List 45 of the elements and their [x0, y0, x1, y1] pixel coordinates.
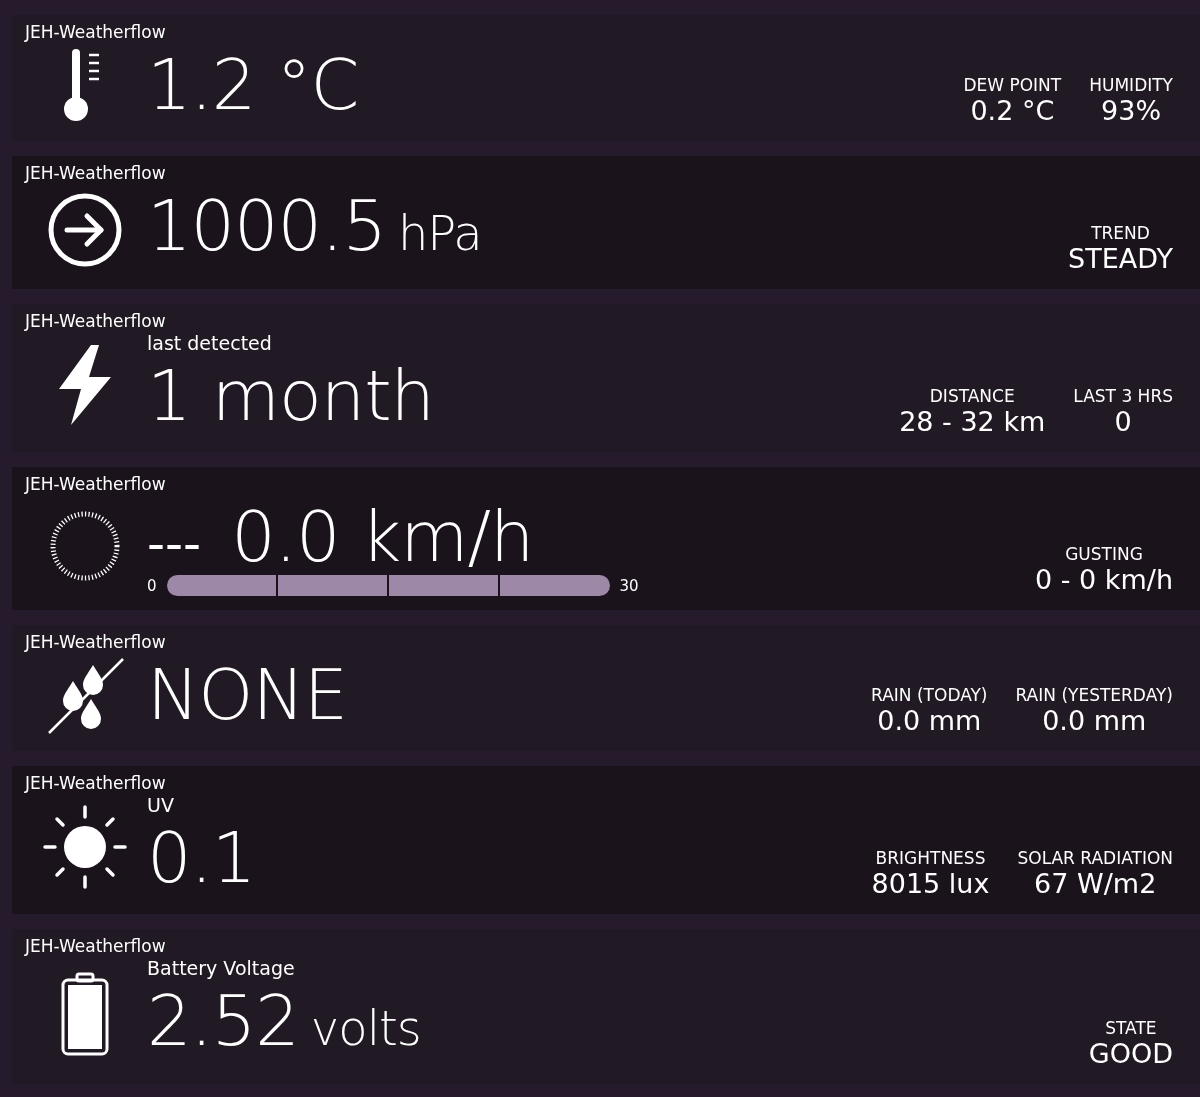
stat-value: 0.0 mm — [877, 705, 982, 737]
device-name: JEH-Weatherflow — [25, 162, 166, 184]
stat-label: RAIN (TODAY) — [871, 685, 988, 705]
arrow-circle-icon — [47, 191, 123, 268]
reading-value: 1 month — [147, 354, 434, 438]
stat-value: 0.0 mm — [1042, 705, 1147, 737]
stat-value: 28 - 32 km — [899, 406, 1046, 438]
stat-value: 0 — [1114, 406, 1132, 438]
stat-label: TREND — [1091, 223, 1150, 243]
wind-direction: --- — [147, 514, 202, 575]
caption-label: Battery Voltage — [147, 957, 295, 979]
device-name: JEH-Weatherflow — [25, 935, 166, 957]
reading-value: 1000.5 hPa — [147, 184, 482, 269]
scale-max-label: 30 — [619, 576, 639, 595]
device-name: JEH-Weatherflow — [25, 310, 166, 332]
caption-label: last detected — [147, 332, 272, 354]
device-name: JEH-Weatherflow — [25, 21, 166, 43]
stat-label: DISTANCE — [929, 386, 1015, 406]
stat-value: GOOD — [1088, 1038, 1173, 1070]
stat-value: 8015 lux — [871, 868, 990, 900]
stat-label: BRIGHTNESS — [875, 848, 986, 868]
caption-label: UV — [147, 794, 174, 816]
reading-value: 2.52 volts — [147, 979, 421, 1064]
stat-value: 93% — [1101, 95, 1162, 127]
reading-value: NONE — [147, 653, 348, 737]
stat-label: GUSTING — [1065, 544, 1143, 564]
sun-icon — [43, 805, 127, 889]
device-name: JEH-Weatherflow — [25, 772, 166, 794]
scale-min-label: 0 — [147, 576, 157, 595]
stat-value: 67 W/m2 — [1034, 868, 1157, 900]
battery-icon — [60, 971, 110, 1056]
wind-speed: 0.0 km/h — [231, 495, 534, 579]
stat-label: LAST 3 HRS — [1073, 386, 1173, 406]
stat-value: 0 - 0 km/h — [1035, 564, 1173, 596]
stat-label: HUMIDITY — [1089, 75, 1173, 95]
stat-value: 0.2 °C — [970, 95, 1055, 127]
stat-label: SOLAR RADIATION — [1017, 848, 1173, 868]
stat-label: STATE — [1105, 1018, 1157, 1038]
stat-label: DEW POINT — [963, 75, 1062, 95]
device-name: JEH-Weatherflow — [25, 631, 166, 653]
reading-value: 1.2 °C — [147, 43, 359, 127]
reading-value: 0.1 — [147, 816, 256, 900]
device-name: JEH-Weatherflow — [25, 473, 166, 495]
stat-value: STEADY — [1068, 243, 1173, 275]
stat-label: RAIN (YESTERDAY) — [1015, 685, 1173, 705]
